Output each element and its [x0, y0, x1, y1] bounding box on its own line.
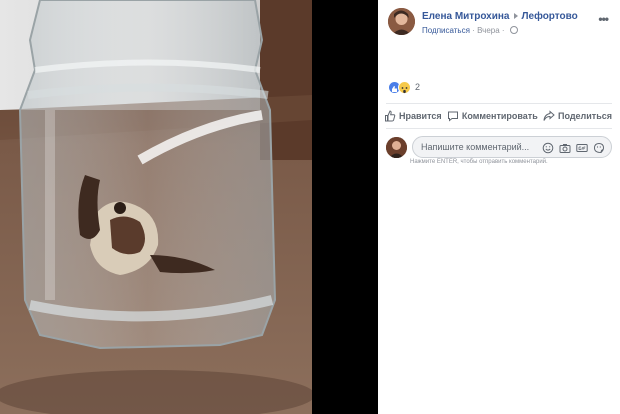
subscribe-link[interactable]: Подписаться — [422, 26, 470, 35]
author-avatar[interactable] — [388, 8, 415, 35]
author-name-link[interactable]: Елена Митрохина — [422, 11, 510, 22]
post-panel: Елена Митрохина Лефортово Подписаться · В… — [378, 0, 620, 414]
photo-area[interactable] — [0, 0, 378, 414]
gif-icon[interactable] — [576, 141, 588, 153]
comment-input[interactable]: Напишите комментарий... — [412, 136, 612, 158]
more-options-button[interactable]: ••• — [598, 12, 609, 26]
arrow-right-icon — [513, 12, 518, 19]
comment-button[interactable]: Комментировать — [447, 108, 538, 124]
comment-tools — [537, 141, 605, 154]
location-link[interactable]: Лефортово — [522, 11, 578, 22]
comment-placeholder: Напишите комментарий... — [421, 142, 530, 152]
post-actions: Нравится Комментировать Поделиться — [384, 108, 612, 124]
post-meta: Подписаться · Вчера · — [422, 26, 518, 35]
comment-icon — [447, 111, 458, 122]
photo-viewer: Елена Митрохина Лефортово Подписаться · В… — [0, 0, 620, 414]
post-header: Елена Митрохина Лефортово Подписаться · В… — [388, 8, 612, 40]
wow-icon — [398, 81, 411, 94]
post-time[interactable]: Вчера — [477, 26, 500, 35]
camera-icon[interactable] — [559, 141, 571, 153]
author-line: Елена Митрохина Лефортово — [422, 11, 578, 22]
share-label: Поделиться — [557, 111, 612, 121]
meta-separator: · — [472, 26, 475, 35]
emoji-icon[interactable] — [542, 141, 554, 154]
comment-hint: Нажмите ENTER, чтобы отправить комментар… — [410, 159, 548, 165]
thumbs-up-icon — [385, 110, 396, 122]
meta-separator-2: · — [501, 26, 505, 35]
sticker-icon[interactable] — [593, 141, 605, 154]
like-label: Нравится — [399, 111, 442, 121]
post-photo — [0, 0, 312, 414]
share-button[interactable]: Поделиться — [543, 108, 612, 124]
divider — [386, 103, 612, 104]
divider — [386, 128, 612, 129]
viewer-avatar — [386, 137, 407, 158]
share-icon — [543, 110, 555, 121]
reaction-count: 2 — [415, 82, 421, 92]
like-button[interactable]: Нравится — [384, 108, 442, 124]
globe-icon — [509, 26, 518, 34]
comment-label: Комментировать — [461, 111, 538, 121]
